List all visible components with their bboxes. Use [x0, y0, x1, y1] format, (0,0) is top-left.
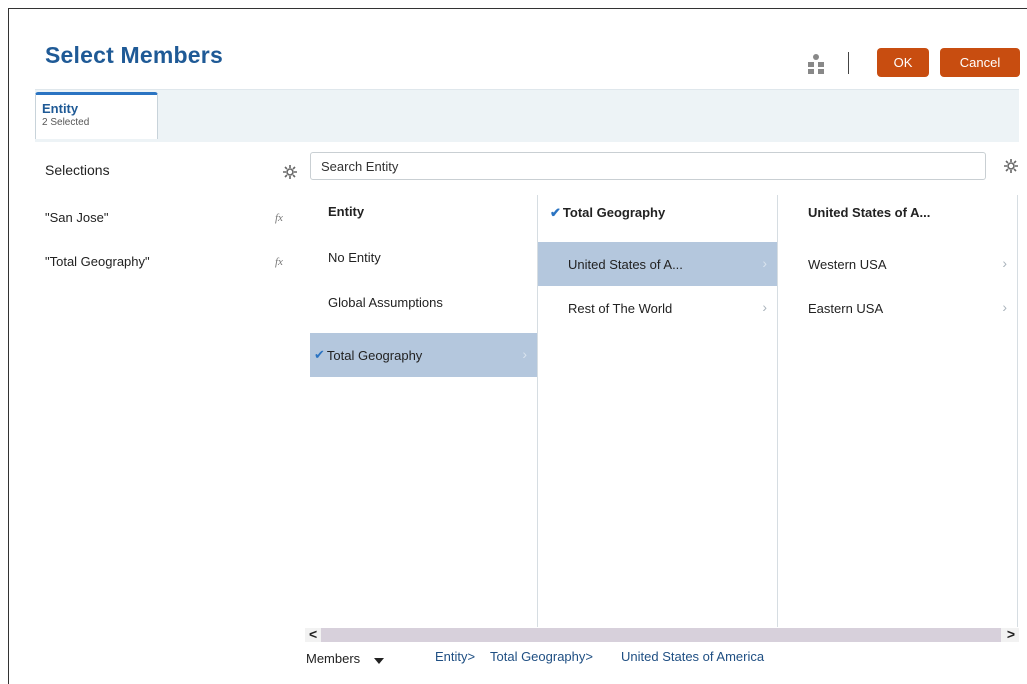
dialog-title: Select Members: [45, 42, 223, 68]
chevron-right-icon[interactable]: ›: [762, 255, 767, 271]
member-row-eastern-usa[interactable]: Eastern USA ›: [778, 286, 1017, 330]
member-label: United States of A...: [568, 256, 683, 272]
scroll-left-icon[interactable]: <: [309, 626, 317, 642]
selection-item[interactable]: "San Jose": [45, 210, 108, 225]
member-label: Total Geography: [326, 347, 423, 363]
column-header-total-geography: ✔ Total Geography: [550, 205, 665, 221]
function-icon[interactable]: fx: [275, 256, 283, 268]
chevron-right-icon[interactable]: ›: [762, 299, 767, 315]
member-label: Rest of The World: [568, 300, 673, 316]
search-gear-icon[interactable]: [1003, 158, 1019, 174]
breadcrumb-entity[interactable]: Entity>: [435, 649, 475, 664]
selections-gear-icon[interactable]: [282, 164, 298, 180]
column-header-united-states: United States of A...: [808, 205, 931, 220]
ok-button[interactable]: OK: [877, 48, 929, 77]
members-menu-button[interactable]: Members: [306, 651, 360, 666]
checkmark-icon: ✔: [550, 205, 561, 220]
member-row-total-geography[interactable]: ✔ Total Geography ›: [310, 333, 537, 377]
column-header-entity: Entity: [328, 204, 365, 219]
chevron-right-icon[interactable]: ›: [1002, 299, 1007, 315]
member-row-united-states[interactable]: United States of A... ›: [538, 242, 777, 286]
breadcrumb-total-geography[interactable]: Total Geography>: [490, 649, 593, 664]
member-row-western-usa[interactable]: Western USA ›: [778, 242, 1017, 286]
member-label: Western USA: [808, 256, 887, 272]
selections-heading: Selections: [45, 162, 110, 178]
tab-bar: Entity 2 Selected: [35, 89, 1019, 142]
tab-entity[interactable]: Entity 2 Selected: [35, 92, 158, 139]
chevron-right-icon[interactable]: ›: [1002, 255, 1007, 271]
scroll-right-icon[interactable]: >: [1007, 626, 1015, 642]
checkmark-icon: ✔: [314, 347, 325, 362]
column-divider: [1017, 195, 1018, 627]
chevron-down-icon[interactable]: [374, 658, 384, 664]
header-separator: [848, 52, 849, 74]
chevron-right-icon[interactable]: ›: [522, 346, 527, 362]
horizontal-scrollbar[interactable]: < >: [305, 626, 1019, 642]
function-icon[interactable]: fx: [275, 212, 283, 224]
search-input[interactable]: [310, 152, 986, 180]
member-label: No Entity: [328, 249, 381, 265]
tab-subtitle: 2 Selected: [42, 117, 90, 128]
breadcrumb-united-states: United States of America: [621, 649, 765, 664]
hierarchy-icon[interactable]: [806, 53, 826, 75]
member-row-global-assumptions[interactable]: Global Assumptions: [310, 280, 537, 324]
scrollbar-thumb[interactable]: [321, 628, 1001, 642]
tab-title: Entity: [42, 101, 79, 116]
member-row-rest-of-world[interactable]: Rest of The World ›: [538, 286, 777, 330]
member-row-no-entity[interactable]: No Entity: [310, 235, 537, 279]
member-label: Global Assumptions: [328, 294, 443, 310]
selection-item[interactable]: "Total Geography": [45, 254, 150, 269]
column-header-label: Total Geography: [562, 205, 666, 220]
member-label: Eastern USA: [808, 300, 884, 316]
cancel-button[interactable]: Cancel: [940, 48, 1020, 77]
